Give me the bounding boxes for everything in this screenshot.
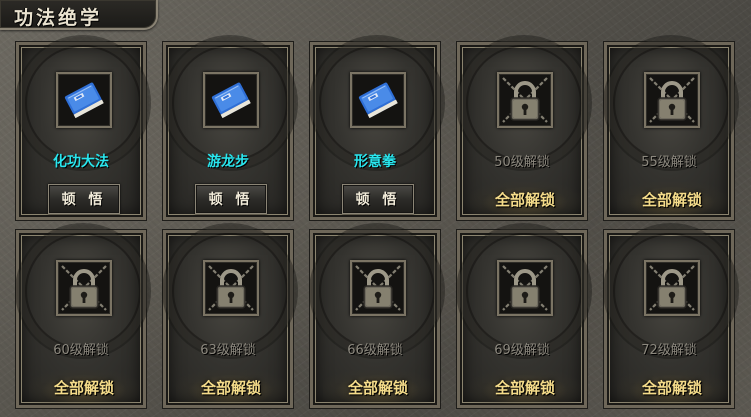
- chained-lock-icon[interactable]: [497, 260, 553, 316]
- skill-name: 66级解锁: [347, 343, 403, 358]
- chained-lock-icon[interactable]: [644, 72, 700, 128]
- chained-lock-icon[interactable]: [203, 260, 259, 316]
- blue-book-icon[interactable]: [350, 72, 406, 128]
- skill-name: 72级解锁: [641, 343, 697, 358]
- skill-name: 化功大法: [53, 154, 109, 170]
- skill-slot[interactable]: 化功大法顿 悟: [16, 42, 146, 220]
- chained-lock-icon[interactable]: [350, 260, 406, 316]
- skill-name: 69级解锁: [494, 343, 550, 358]
- skill-grid: 化功大法顿 悟 游龙步顿 悟 形意拳顿 悟 50级解锁 全部解锁 55级解锁 全…: [16, 42, 751, 417]
- blue-book-icon[interactable]: [203, 72, 259, 128]
- unlock-all-button[interactable]: 全部解锁: [470, 182, 580, 216]
- blue-book-icon[interactable]: [56, 72, 112, 128]
- skill-slot[interactable]: 72级解锁全部解锁: [604, 230, 734, 408]
- skill-slot[interactable]: 形意拳顿 悟: [310, 42, 440, 220]
- skill-slot[interactable]: 55级解锁全部解锁: [604, 42, 734, 220]
- comprehend-button[interactable]: 顿 悟: [342, 184, 414, 214]
- comprehend-button[interactable]: 顿 悟: [48, 184, 120, 214]
- unlock-all-button[interactable]: 全部解锁: [29, 370, 139, 404]
- unlock-all-button[interactable]: 全部解锁: [617, 182, 727, 216]
- unlock-all-button[interactable]: 全部解锁: [617, 370, 727, 404]
- chained-lock-icon[interactable]: [497, 72, 553, 128]
- skill-slot[interactable]: 50级解锁全部解锁: [457, 42, 587, 220]
- skill-slot[interactable]: 63级解锁全部解锁: [163, 230, 293, 408]
- unlock-all-button[interactable]: 全部解锁: [470, 370, 580, 404]
- skill-name: 游龙步: [207, 154, 249, 170]
- skill-name: 形意拳: [354, 154, 396, 170]
- comprehend-button[interactable]: 顿 悟: [195, 184, 267, 214]
- panel-title-tab: 功法绝学: [0, 0, 158, 30]
- skill-slot[interactable]: 60级解锁全部解锁: [16, 230, 146, 408]
- chained-lock-icon[interactable]: [56, 260, 112, 316]
- chained-lock-icon[interactable]: [644, 260, 700, 316]
- unlock-all-button[interactable]: 全部解锁: [176, 370, 286, 404]
- skill-name: 60级解锁: [53, 343, 109, 358]
- skill-slot[interactable]: 游龙步顿 悟: [163, 42, 293, 220]
- skill-slot[interactable]: 69级解锁全部解锁: [457, 230, 587, 408]
- panel-title: 功法绝学: [14, 7, 103, 29]
- unlock-all-button[interactable]: 全部解锁: [323, 370, 433, 404]
- skill-name: 50级解锁: [494, 155, 550, 170]
- skill-name: 55级解锁: [641, 155, 697, 170]
- skill-slot[interactable]: 66级解锁全部解锁: [310, 230, 440, 408]
- skill-name: 63级解锁: [200, 343, 256, 358]
